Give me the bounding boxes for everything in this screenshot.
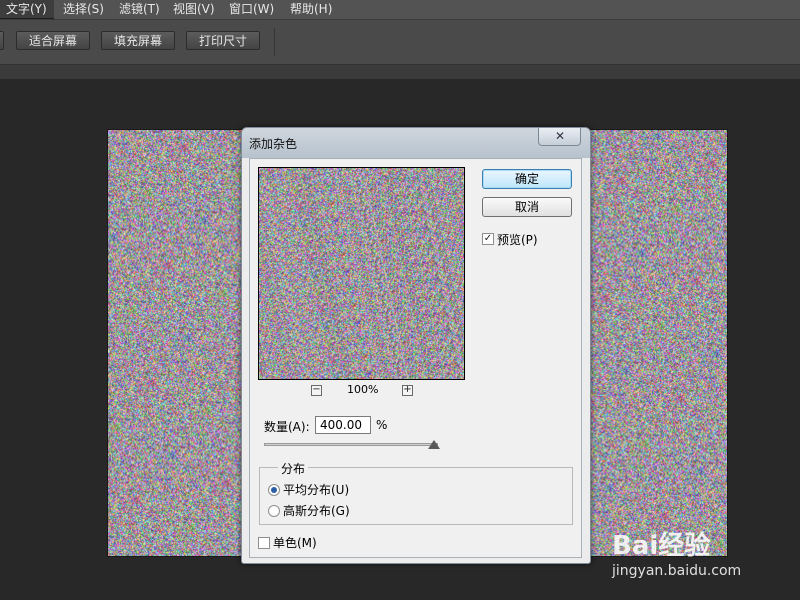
amount-label: 数量(A): [264,420,310,434]
partial-button-left[interactable] [0,31,4,50]
checkmark-icon: ✓ [483,233,493,244]
uniform-radio[interactable] [268,484,280,496]
fill-screen-button[interactable]: 填充屏幕 [101,31,175,50]
monochromatic-label: 单色(M) [273,536,317,550]
zoom-level: 100% [347,383,379,396]
amount-slider-thumb[interactable] [428,440,440,449]
document-tab-strip [0,65,800,79]
zoom-out-button[interactable]: − [311,385,322,396]
print-size-button[interactable]: 打印尺寸 [186,31,260,50]
close-icon: ✕ [555,129,566,143]
preview-checkbox[interactable]: ✓ [482,233,494,245]
preview-label: 预览(P) [497,233,538,247]
cancel-button[interactable]: 取消 [482,197,572,217]
baidu-jingyan-logo: Bai经验 [612,531,711,561]
toolbar-divider [274,28,275,56]
filter-preview[interactable] [258,167,465,380]
menu-select[interactable]: 选择(S) [63,0,104,19]
menu-filter[interactable]: 滤镜(T) [119,0,160,19]
close-button[interactable]: ✕ [538,128,581,146]
menu-view[interactable]: 视图(V) [173,0,215,19]
uniform-label: 平均分布(U) [283,483,350,497]
zoom-in-button[interactable]: + [402,385,413,396]
gaussian-label: 高斯分布(G) [283,504,350,518]
monochromatic-checkbox[interactable] [258,537,270,549]
menu-window[interactable]: 窗口(W) [229,0,274,19]
amount-slider-track[interactable] [264,443,438,446]
fit-screen-button[interactable]: 适合屏幕 [16,31,90,50]
distribution-group-title: 分布 [278,460,309,477]
ok-button[interactable]: 确定 [482,169,572,189]
amount-input[interactable] [315,416,371,434]
dialog-title: 添加杂色 [249,137,298,151]
menu-type[interactable]: 文字(Y) [0,0,54,19]
watermark-url: jingyan.baidu.com [612,563,742,579]
options-bar: 适合屏幕 填充屏幕 打印尺寸 [0,20,800,65]
menu-help[interactable]: 帮助(H) [290,0,332,19]
menu-bar: 文字(Y) 选择(S) 滤镜(T) 视图(V) 窗口(W) 帮助(H) [0,0,800,20]
amount-unit: % [376,418,388,432]
gaussian-radio[interactable] [268,505,280,517]
